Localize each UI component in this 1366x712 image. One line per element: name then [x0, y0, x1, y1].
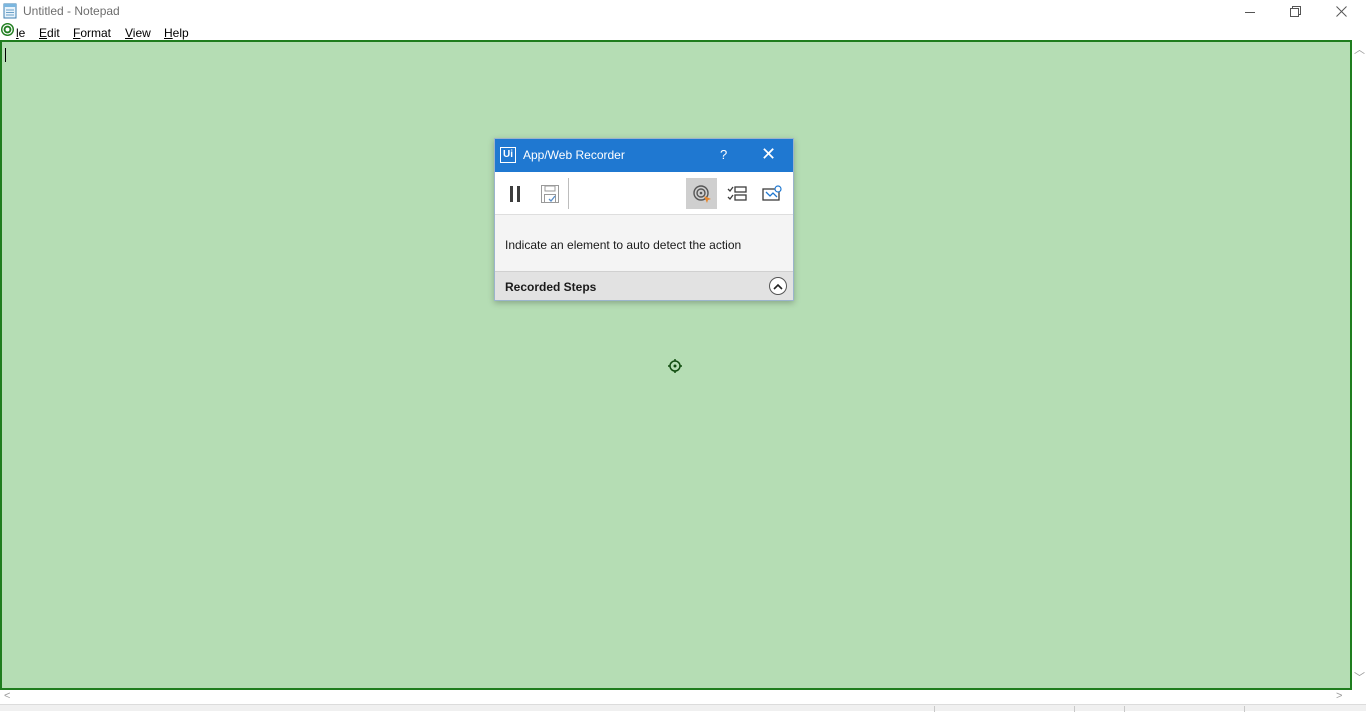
minimize-button[interactable] — [1227, 0, 1273, 23]
recorded-steps-label: Recorded Steps — [505, 280, 597, 294]
recorder-instruction: Indicate an element to auto detect the a… — [505, 238, 742, 252]
status-divider — [1124, 706, 1125, 712]
screen-capture-button[interactable] — [756, 178, 787, 209]
recorded-steps-panel[interactable]: Recorded Steps — [495, 271, 793, 300]
menu-help[interactable]: Help — [164, 26, 189, 40]
text-caret — [5, 48, 6, 62]
window-title: Untitled - Notepad — [23, 4, 120, 18]
app-web-recorder-dialog: Ui App/Web Recorder ? ✕ Indicate an elem… — [494, 138, 794, 301]
notepad-icon — [3, 3, 17, 19]
uipath-logo-icon: Ui — [500, 147, 516, 163]
chevron-up-icon — [773, 283, 783, 290]
scroll-left-icon[interactable]: < — [4, 691, 10, 702]
collapse-steps-button[interactable] — [769, 277, 787, 295]
status-divider — [1074, 706, 1075, 712]
auto-detect-target-icon — [692, 184, 711, 203]
recorder-toolbar — [495, 172, 793, 215]
minimize-icon — [1245, 11, 1255, 13]
title-bar: Untitled - Notepad — [0, 0, 1366, 23]
save-steps-button[interactable] — [534, 178, 565, 209]
recorder-body: Indicate an element to auto detect the a… — [495, 216, 793, 271]
close-icon — [1335, 6, 1347, 17]
status-divider — [934, 706, 935, 712]
menu-bar: le Edit Format View Help — [0, 23, 1366, 41]
save-steps-icon — [540, 184, 559, 203]
menu-file[interactable]: le — [16, 26, 25, 40]
checklist-icon — [727, 185, 747, 201]
scroll-right-icon[interactable]: > — [1336, 691, 1342, 702]
status-divider — [1244, 706, 1245, 712]
crosshair-cursor-icon — [668, 359, 682, 373]
scroll-up-icon[interactable]: ︿ — [1354, 45, 1365, 56]
status-bar — [0, 704, 1366, 712]
auto-detect-target-button[interactable] — [686, 178, 717, 209]
menu-format[interactable]: Format — [73, 26, 111, 40]
help-button[interactable]: ? — [720, 147, 727, 162]
recorder-title: App/Web Recorder — [523, 148, 625, 162]
recorder-header: Ui App/Web Recorder ? ✕ — [495, 139, 793, 172]
vertical-scrollbar[interactable]: ︿ ﹀ — [1352, 40, 1366, 690]
close-button[interactable] — [1318, 0, 1364, 23]
scroll-down-icon[interactable]: ﹀ — [1354, 673, 1365, 684]
checklist-button[interactable] — [721, 178, 752, 209]
menu-edit[interactable]: Edit — [39, 26, 60, 40]
pause-icon — [509, 185, 520, 202]
recorder-close-button[interactable]: ✕ — [761, 144, 776, 164]
restore-icon — [1289, 6, 1301, 17]
restore-button[interactable] — [1272, 0, 1318, 23]
target-indicator-icon — [1, 23, 14, 36]
menu-view[interactable]: View — [125, 26, 151, 40]
toolbar-divider — [568, 178, 569, 209]
pause-button[interactable] — [499, 178, 530, 209]
screen-capture-icon — [761, 184, 782, 201]
horizontal-scrollbar[interactable]: < > — [0, 690, 1352, 704]
